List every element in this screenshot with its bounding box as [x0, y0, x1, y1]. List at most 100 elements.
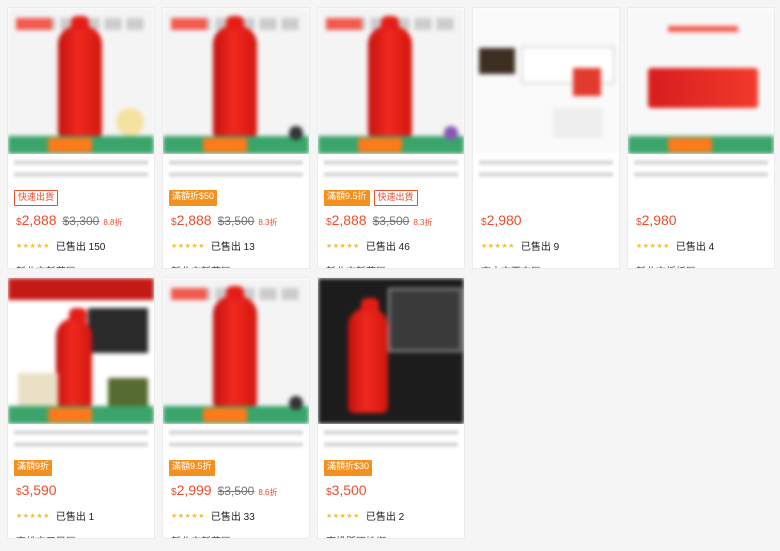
product-card[interactable]: 快速出貨$2,888$3,3008.8折★★★★★已售出 150新北市新莊區	[7, 7, 155, 269]
original-price-symbol: $	[372, 214, 380, 228]
original-price-symbol: $	[62, 214, 70, 228]
original-price: 3,500	[224, 484, 255, 498]
sold-count: 已售出 150	[55, 242, 106, 253]
product-title-blurred[interactable]	[324, 160, 458, 184]
product-title-blurred[interactable]	[14, 430, 148, 454]
seller-location: 新北市新莊區	[171, 263, 303, 268]
rating-sold-row: ★★★★★ 已售出 150	[16, 238, 148, 253]
sold-count: 已售出 1	[55, 512, 95, 523]
star-icon: ★★★★★	[16, 512, 50, 520]
sold-count: 已售出 46	[365, 242, 410, 253]
rating-sold-row: ★★★★★ 已售出 1	[16, 508, 148, 523]
product-title-blurred[interactable]	[14, 160, 148, 184]
promo-tag: 快速出貨	[14, 190, 59, 206]
rating-sold-row: ★★★★★ 已售出 9	[481, 238, 613, 253]
product-image[interactable]	[8, 278, 154, 424]
sold-count: 已售出 13	[210, 242, 255, 253]
product-image[interactable]	[318, 8, 464, 154]
rating-sold-row: ★★★★★ 已售出 4	[636, 238, 768, 253]
promo-tag: 滿額折$30	[324, 460, 373, 476]
promo-tags: 滿額折$30	[324, 460, 458, 476]
promo-tags	[479, 190, 613, 206]
star-icon: ★★★★★	[326, 512, 360, 520]
discount-label: 8.3折	[413, 218, 433, 227]
product-card[interactable]: $2,980 ★★★★★ 已售出 9 臺中市西屯區	[472, 7, 620, 269]
price-row: $3,590	[16, 482, 148, 498]
rating-sold-row: ★★★★★ 已售出 13	[171, 238, 303, 253]
current-price: 3,590	[21, 482, 57, 498]
product-card[interactable]: 滿額折$30 $3,500 ★★★★★ 已售出 2 南投縣國姓鄉	[317, 277, 465, 539]
star-icon: ★★★★★	[16, 242, 50, 250]
current-price: 2,980	[486, 212, 522, 228]
seller-location: 臺中市西屯區	[481, 263, 613, 268]
sold-count: 已售出 33	[210, 512, 255, 523]
product-title-blurred[interactable]	[169, 160, 303, 184]
rating-sold-row: ★★★★★ 已售出 46	[326, 238, 458, 253]
sold-count: 已售出 2	[365, 512, 405, 523]
current-price: 3,500	[331, 482, 367, 498]
current-price: 2,888	[331, 212, 367, 228]
sold-count: 已售出 9	[520, 242, 560, 253]
promo-tags: 滿額9.5折 快速出貨	[324, 190, 458, 206]
promo-tags: 滿額9.5折	[169, 460, 303, 476]
product-title-blurred[interactable]	[634, 160, 768, 184]
price-row: $2,999 $3,500 8.6折	[171, 482, 303, 498]
product-card[interactable]: 滿額9折 $3,590 ★★★★★ 已售出 1 高雄市三民區	[7, 277, 155, 539]
rating-sold-row: ★★★★★ 已售出 33	[171, 508, 303, 523]
seller-location: 新北市板橋區	[636, 263, 768, 268]
star-icon: ★★★★★	[171, 242, 205, 250]
promo-tag: 滿額9折	[14, 460, 53, 476]
current-price: 2,888	[176, 212, 212, 228]
product-card[interactable]: 滿額9.5折$2,999$3,5008.6折★★★★★已售出 33新北市新莊區	[162, 277, 310, 539]
promo-tag: 滿額折$50	[169, 190, 218, 206]
promo-tags: 快速出貨	[14, 190, 148, 206]
original-price: 3,500	[379, 214, 410, 228]
product-title-blurred[interactable]	[324, 430, 458, 454]
price-row: $2,888 $3,500 8.3折	[171, 212, 303, 228]
product-image[interactable]	[628, 8, 774, 154]
price-row: $2,980	[481, 212, 613, 228]
promo-tag: 滿額9.5折	[169, 460, 215, 476]
seller-location: 新北市新莊區	[16, 263, 148, 268]
current-price: 2,888	[21, 212, 57, 228]
product-image[interactable]	[318, 278, 464, 424]
seller-location: 南投縣國姓鄉	[326, 533, 458, 538]
product-image[interactable]	[8, 8, 154, 154]
price-row: $2,888 $3,500 8.3折	[326, 212, 458, 228]
seller-location: 新北市新莊區	[326, 263, 458, 268]
seller-location: 新北市新莊區	[171, 533, 303, 538]
product-title-blurred[interactable]	[479, 160, 613, 184]
star-icon: ★★★★★	[326, 242, 360, 250]
original-price-symbol: $	[217, 214, 225, 228]
star-icon: ★★★★★	[171, 512, 205, 520]
original-price: 3,300	[69, 214, 100, 228]
sold-count: 已售出 4	[675, 242, 715, 253]
price-row: $3,500	[326, 482, 458, 498]
product-card[interactable]: 滿額9.5折快速出貨$2,888$3,5008.3折★★★★★已售出 46新北市…	[317, 7, 465, 269]
product-card[interactable]: 滿額折$50$2,888$3,5008.3折★★★★★已售出 13新北市新莊區	[162, 7, 310, 269]
promo-tags	[634, 190, 768, 206]
promo-tag: 滿額9.5折	[324, 190, 370, 206]
promo-tags: 滿額折$50	[169, 190, 303, 206]
seller-location: 高雄市三民區	[16, 533, 148, 538]
star-icon: ★★★★★	[636, 242, 670, 250]
discount-label: 8.8折	[103, 218, 123, 227]
product-image[interactable]	[473, 8, 619, 154]
product-card[interactable]: $2,980 ★★★★★ 已售出 4 新北市板橋區	[627, 7, 775, 269]
star-icon: ★★★★★	[481, 242, 515, 250]
price-row: $2,888 $3,300 8.8折	[16, 212, 148, 228]
product-image[interactable]	[163, 8, 309, 154]
discount-label: 8.3折	[258, 218, 278, 227]
discount-label: 8.6折	[258, 488, 278, 497]
original-price-symbol: $	[217, 484, 225, 498]
rating-sold-row: ★★★★★ 已售出 2	[326, 508, 458, 523]
original-price: 3,500	[224, 214, 255, 228]
promo-tag: 快速出貨	[373, 190, 418, 206]
promo-tags: 滿額9折	[14, 460, 148, 476]
price-row: $2,980	[636, 212, 768, 228]
current-price: 2,980	[641, 212, 677, 228]
current-price: 2,999	[176, 482, 212, 498]
product-image[interactable]	[163, 278, 309, 424]
product-title-blurred[interactable]	[169, 430, 303, 454]
product-grid: 快速出貨$2,888$3,3008.8折★★★★★已售出 150新北市新莊區滿額…	[7, 7, 775, 539]
